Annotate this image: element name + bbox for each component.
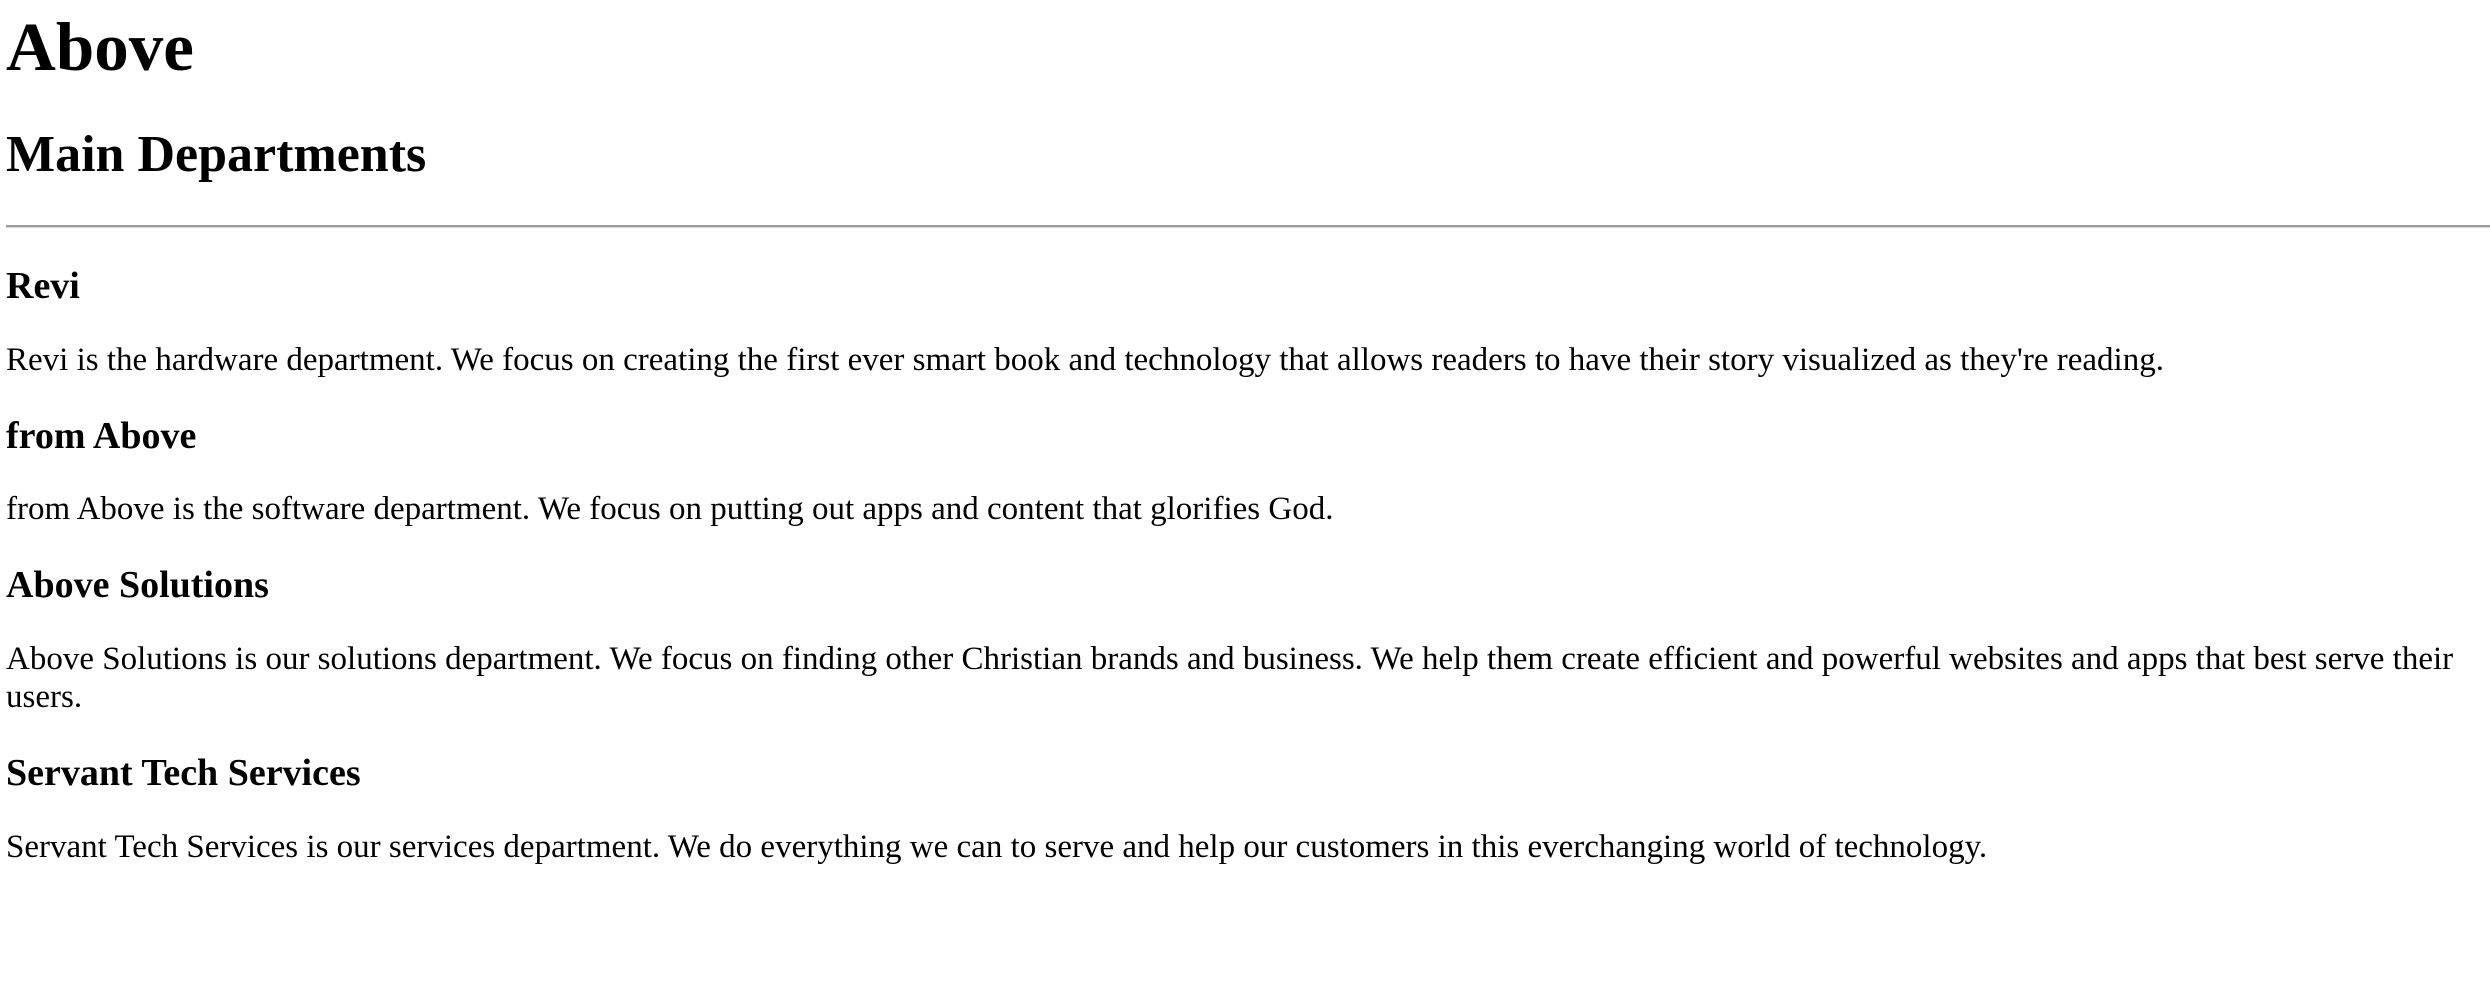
department-description: Revi is the hardware department. We focu… (6, 341, 2164, 378)
department-description: Above Solutions is our solutions departm… (6, 641, 2454, 716)
department-servant-tech-services: Servant Tech Services Servant Tech Servi… (6, 752, 2490, 867)
department-revi: Revi Revi is the hardware department. We… (6, 265, 2490, 380)
department-above-solutions: Above Solutions Above Solutions is our s… (6, 564, 2490, 717)
page-subtitle: Main Departments (6, 126, 427, 184)
section-divider (6, 225, 2490, 229)
page-title: Above (6, 9, 194, 85)
department-from-above: from Above from Above is the software de… (6, 415, 2490, 530)
department-heading: from Above (6, 414, 197, 457)
department-heading: Above Solutions (6, 564, 269, 607)
department-description: Servant Tech Services is our services de… (6, 828, 1988, 865)
department-heading: Revi (6, 265, 80, 308)
department-heading: Servant Tech Services (6, 751, 361, 794)
page-content: Above Main Departments Revi Revi is the … (0, 8, 2490, 867)
department-description: from Above is the software department. W… (6, 491, 1334, 528)
